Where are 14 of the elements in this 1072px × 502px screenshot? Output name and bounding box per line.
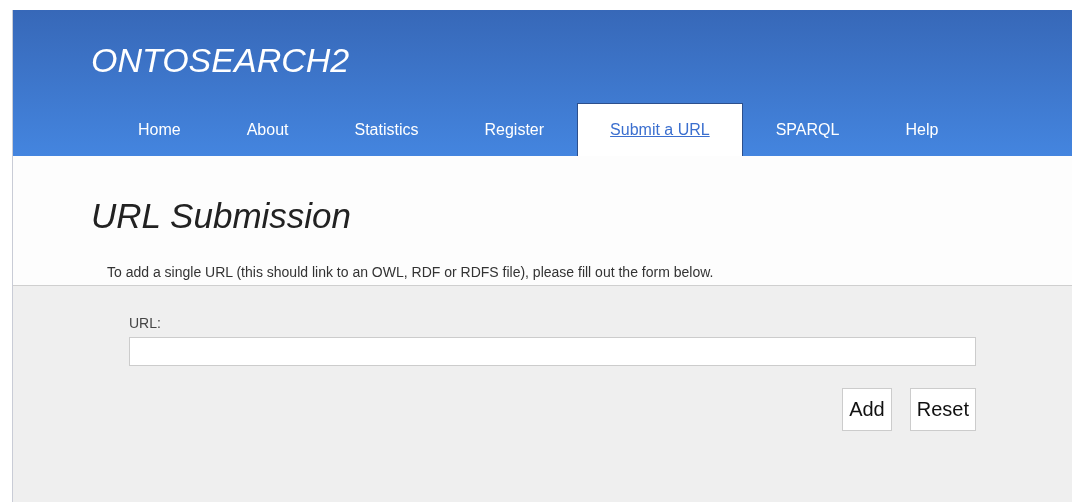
nav-tab[interactable]: About — [213, 103, 322, 156]
nav-tab[interactable]: Help — [872, 103, 972, 156]
intro-text: To add a single URL (this should link to an OWL, RDF or RDFS file), please fill out the form below. — [107, 264, 715, 280]
nav-tab[interactable]: SPARQL — [742, 103, 873, 156]
add-button[interactable]: Add — [842, 388, 892, 431]
field-label: URL: — [129, 315, 161, 331]
page-heading: URL Submission — [91, 196, 353, 236]
site-title: ONTOSEARCH2 — [91, 40, 351, 80]
nav-tab[interactable]: Register — [451, 103, 578, 156]
nav-tab[interactable]: Submit a URL — [577, 103, 743, 156]
reset-button[interactable]: Reset — [909, 388, 976, 431]
url-input-field[interactable] — [129, 337, 976, 366]
nav-tab[interactable]: Home — [105, 103, 214, 156]
nav-tab[interactable]: Statistics — [321, 103, 452, 156]
